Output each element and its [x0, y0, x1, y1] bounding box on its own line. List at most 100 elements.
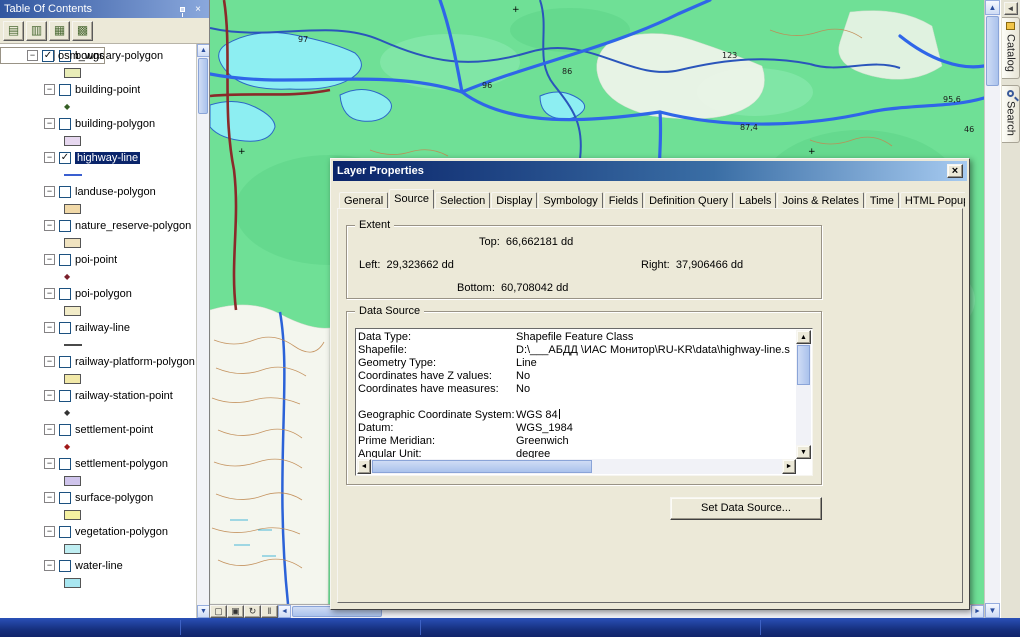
set-data-source-button[interactable]: Set Data Source... [670, 497, 822, 520]
layer-label[interactable]: vegetation-polygon [75, 526, 168, 538]
list-by-drawing-order-icon[interactable]: ▤ [3, 21, 24, 41]
layer-checkbox[interactable] [59, 84, 71, 96]
layer-checkbox[interactable] [59, 560, 71, 572]
data-source-list[interactable]: Data Type:Shapefile Feature ClassShapefi… [355, 328, 813, 476]
group-checkbox[interactable]: ✓ [42, 50, 54, 62]
collapse-icon[interactable]: − [27, 50, 38, 61]
scroll-up-icon[interactable]: ▲ [197, 44, 209, 57]
layer-row[interactable]: −surface-polygon [0, 489, 196, 506]
toc-close-icon[interactable]: × [191, 3, 205, 16]
scroll-right-icon[interactable]: ► [971, 605, 984, 618]
group-label[interactable]: osm_wgs [58, 50, 104, 62]
layer-label[interactable]: building-polygon [75, 118, 155, 130]
collapse-icon[interactable]: − [44, 254, 55, 265]
list-by-selection-icon[interactable]: ▩ [72, 21, 93, 41]
collapse-icon[interactable]: − [44, 492, 55, 503]
layer-label[interactable]: railway-line [75, 322, 130, 334]
list-horizontal-scrollbar[interactable]: ◄ ► [357, 459, 796, 474]
layer-row[interactable]: − vegetation-polygon [0, 523, 196, 540]
collapse-icon[interactable]: − [44, 322, 55, 333]
list-vertical-scrollbar[interactable]: ▲ ▼ [796, 330, 811, 459]
map-vertical-scrollbar[interactable]: ▲ ▼ [984, 0, 1000, 618]
dialog-titlebar[interactable]: Layer Properties × [333, 161, 967, 181]
collapse-icon[interactable]: − [44, 152, 55, 163]
collapse-icon[interactable]: − [44, 424, 55, 435]
list-by-source-icon[interactable]: ▥ [26, 21, 47, 41]
layer-checkbox[interactable] [59, 254, 71, 266]
dock-tab-catalog[interactable]: Catalog [1002, 17, 1020, 79]
collapse-icon[interactable]: − [44, 526, 55, 537]
scroll-up-icon[interactable]: ▲ [796, 330, 811, 344]
layer-label[interactable]: water-line [75, 560, 123, 572]
tab-selection[interactable]: Selection [435, 192, 490, 209]
pause-drawing-icon[interactable]: ‖ [261, 605, 278, 618]
collapse-icon[interactable]: − [44, 288, 55, 299]
layer-checkbox[interactable] [59, 458, 71, 470]
layer-checkbox[interactable] [59, 322, 71, 334]
toc-tree[interactable]: −✓osm_wgs−boundary-polygon−building-poin… [0, 44, 209, 618]
list-by-visibility-icon[interactable]: ▦ [49, 21, 70, 41]
scroll-thumb[interactable] [372, 460, 592, 473]
layer-row[interactable]: − poi-polygon [0, 285, 196, 302]
layer-row[interactable]: −✓ highway-line [0, 149, 196, 166]
layer-row[interactable]: − railway-platform-polygon [0, 353, 196, 370]
layer-label[interactable]: settlement-point [75, 424, 153, 436]
scroll-thumb[interactable] [986, 16, 999, 86]
layer-checkbox[interactable]: ✓ [59, 152, 71, 164]
scroll-thumb[interactable] [797, 345, 810, 385]
layer-checkbox[interactable] [59, 526, 71, 538]
layer-row[interactable]: − poi-point [0, 251, 196, 268]
toc-scrollbar[interactable]: ▲ ▼ [196, 44, 209, 618]
layer-label[interactable]: railway-platform-polygon [75, 356, 195, 368]
tab-symbology[interactable]: Symbology [538, 192, 602, 209]
layer-label[interactable]: poi-polygon [75, 288, 132, 300]
tab-definition-query[interactable]: Definition Query [644, 192, 733, 209]
tab-fields[interactable]: Fields [604, 192, 643, 209]
pin-icon[interactable] [175, 3, 189, 16]
collapse-icon[interactable]: − [44, 390, 55, 401]
layer-checkbox[interactable] [59, 424, 71, 436]
layer-row[interactable]: −railway-station-point [0, 387, 196, 404]
collapse-icon[interactable]: − [44, 220, 55, 231]
tab-time[interactable]: Time [865, 192, 899, 209]
tab-display[interactable]: Display [491, 192, 537, 209]
tab-joins-relates[interactable]: Joins & Relates [777, 192, 863, 209]
tab-source[interactable]: Source [389, 189, 434, 209]
dialog-close-icon[interactable]: × [947, 164, 963, 178]
layer-row[interactable]: −building-point [0, 81, 196, 98]
collapse-icon[interactable]: − [44, 118, 55, 129]
scroll-down-icon[interactable]: ▼ [197, 605, 209, 618]
layer-label[interactable]: landuse-polygon [75, 186, 156, 198]
layer-label[interactable]: highway-line [75, 152, 140, 164]
collapse-icon[interactable]: − [44, 356, 55, 367]
scroll-left-icon[interactable]: ◄ [357, 459, 371, 474]
tab-general[interactable]: General [339, 192, 388, 209]
layer-checkbox[interactable] [59, 492, 71, 504]
layer-row[interactable]: − railway-line [0, 319, 196, 336]
layer-row[interactable]: − building-polygon [0, 115, 196, 132]
scroll-right-icon[interactable]: ► [782, 459, 796, 474]
scroll-up-icon[interactable]: ▲ [985, 0, 1000, 15]
dock-options-icon[interactable]: ◄ [1004, 2, 1018, 15]
tab-html-popup[interactable]: HTML Popup [900, 192, 965, 209]
layer-label[interactable]: poi-point [75, 254, 117, 266]
data-view-icon[interactable]: ▢ [210, 605, 227, 618]
layer-label[interactable]: settlement-polygon [75, 458, 168, 470]
layer-label[interactable]: nature_reserve-polygon [75, 220, 191, 232]
layer-checkbox[interactable] [59, 356, 71, 368]
layer-row[interactable]: − settlement-polygon [0, 455, 196, 472]
scroll-down-icon[interactable]: ▼ [985, 603, 1000, 618]
layer-group-row[interactable]: −✓ osm_wgs [0, 47, 105, 64]
layer-checkbox[interactable] [59, 220, 71, 232]
scroll-down-icon[interactable]: ▼ [796, 445, 811, 459]
layout-view-icon[interactable]: ▣ [227, 605, 244, 618]
collapse-icon[interactable]: − [44, 84, 55, 95]
collapse-icon[interactable]: − [44, 186, 55, 197]
layer-row[interactable]: − settlement-point [0, 421, 196, 438]
scroll-thumb[interactable] [198, 58, 208, 114]
dock-tab-search[interactable]: Search [1002, 85, 1020, 143]
layer-row[interactable]: − nature_reserve-polygon [0, 217, 196, 234]
layer-checkbox[interactable] [59, 118, 71, 130]
collapse-icon[interactable]: − [44, 458, 55, 469]
refresh-icon[interactable]: ↻ [244, 605, 261, 618]
